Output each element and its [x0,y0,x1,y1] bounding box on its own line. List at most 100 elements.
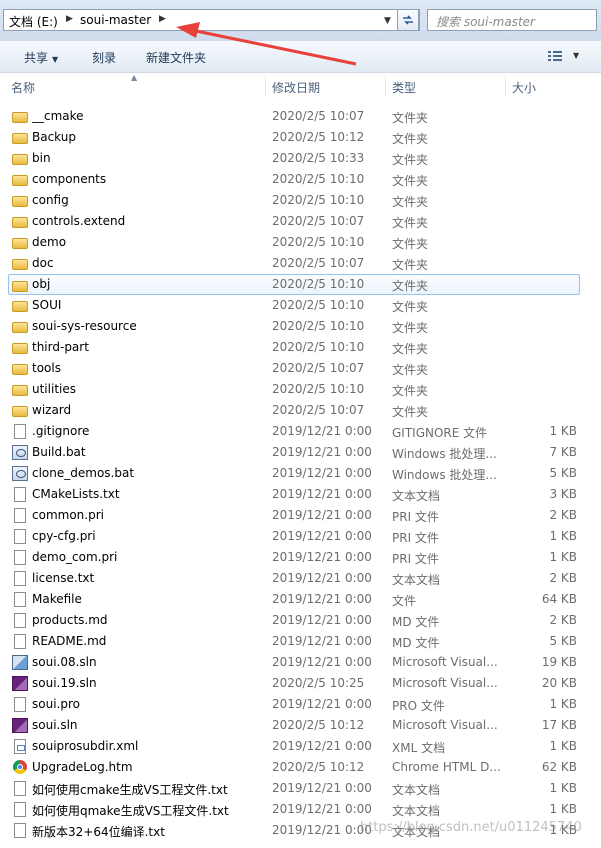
file-modified-date: 2020/2/5 10:10 [272,172,365,186]
folder-icon [12,406,28,417]
file-name: Makefile [32,592,82,606]
file-row[interactable]: Build.bat 2019/12/21 0:00 Windows 批处理... 7 … [0,442,601,463]
file-type: MD 文件 [392,636,440,650]
file-type: 文件夹 [392,111,429,125]
file-type: PRI 文件 [392,552,439,566]
file-name: license.txt [32,571,95,585]
file-name: UpgradeLog.htm [32,760,133,774]
column-header-date[interactable]: 修改日期 [272,79,320,96]
file-size: 1 KB [549,739,577,753]
file-row[interactable]: common.pri 2019/12/21 0:00 PRI 文件 2 KB [0,505,601,526]
file-row[interactable]: wizard 2020/2/5 10:07 文件夹 [0,400,601,421]
file-modified-date: 2019/12/21 0:00 [272,592,372,606]
file-row[interactable]: config 2020/2/5 10:10 文件夹 [0,190,601,211]
file-row[interactable]: __cmake 2020/2/5 10:07 文件夹 [0,106,601,127]
file-name: wizard [32,403,72,417]
file-size: 5 KB [549,634,577,648]
file-modified-date: 2019/12/21 0:00 [272,508,372,522]
file-row[interactable]: cpy-cfg.pri 2019/12/21 0:00 PRI 文件 1 KB [0,526,601,547]
file-row[interactable]: SOUI 2020/2/5 10:10 文件夹 [0,295,601,316]
file-size: 1 KB [549,781,577,795]
file-row[interactable]: demo_com.pri 2019/12/21 0:00 PRI 文件 1 KB [0,547,601,568]
file-name: souiprosubdir.xml [32,739,139,753]
file-row[interactable]: third-part 2020/2/5 10:10 文件夹 [0,337,601,358]
file-row[interactable]: obj 2020/2/5 10:10 文件夹 [8,274,580,295]
file-type: 文件夹 [392,132,429,146]
file-name: components [32,172,107,186]
file-name: cpy-cfg.pri [32,529,96,543]
file-row[interactable]: souiprosubdir.xml 2019/12/21 0:00 XML 文档 1 … [0,736,601,757]
file-row[interactable]: soui.pro 2019/12/21 0:00 PRO 文件 1 KB [0,694,601,715]
file-type: 文件夹 [392,300,429,314]
file-modified-date: 2020/2/5 10:25 [272,676,365,690]
file-modified-date: 2020/2/5 10:10 [272,340,365,354]
file-row[interactable]: controls.extend 2020/2/5 10:07 文件夹 [0,211,601,232]
file-row[interactable]: Backup 2020/2/5 10:12 文件夹 [0,127,601,148]
column-header-size[interactable]: 大小 [512,79,536,96]
folder-icon [12,133,28,144]
file-size: 1 KB [549,550,577,564]
file-row[interactable]: components 2020/2/5 10:10 文件夹 [0,169,601,190]
vs2008-solution-icon [12,655,28,670]
file-modified-date: 2020/2/5 10:07 [272,361,365,375]
file-type: 文件夹 [392,153,429,167]
file-row[interactable]: UpgradeLog.htm 2020/2/5 10:12 Chrome HTML … [0,757,601,778]
file-name: tools [32,361,61,375]
folder-icon [12,154,28,165]
file-type: 文本文档 [392,783,441,797]
file-row[interactable]: README.md 2019/12/21 0:00 MD 文件 5 KB [0,631,601,652]
file-modified-date: 2019/12/21 0:00 [272,424,372,438]
file-row[interactable]: .gitignore 2019/12/21 0:00 GITIGNORE 文件 1 K… [0,421,601,442]
file-name: third-part [32,340,89,354]
file-size: 5 KB [549,466,577,480]
file-icon [14,550,26,565]
file-row[interactable]: soui.sln 2020/2/5 10:12 Microsoft Visual..… [0,715,601,736]
file-row[interactable]: soui-sys-resource 2020/2/5 10:10 文件夹 [0,316,601,337]
file-row[interactable]: tools 2020/2/5 10:07 文件夹 [0,358,601,379]
file-icon [14,529,26,544]
file-row[interactable]: demo 2020/2/5 10:10 文件夹 [0,232,601,253]
file-size: 7 KB [549,445,577,459]
file-row[interactable]: soui.08.sln 2019/12/21 0:00 Microsoft Visu… [0,652,601,673]
file-modified-date: 2019/12/21 0:00 [272,739,372,753]
file-size: 3 KB [549,487,577,501]
file-name: utilities [32,382,76,396]
folder-icon [12,112,28,123]
column-header-name[interactable]: 名称 [11,79,35,96]
folder-icon [12,238,28,249]
file-modified-date: 2020/2/5 10:07 [272,403,365,417]
file-type: PRI 文件 [392,531,439,545]
file-row[interactable]: doc 2020/2/5 10:07 文件夹 [0,253,601,274]
file-row[interactable]: utilities 2020/2/5 10:10 文件夹 [0,379,601,400]
file-modified-date: 2019/12/21 0:00 [272,445,372,459]
file-modified-date: 2019/12/21 0:00 [272,571,372,585]
file-row[interactable]: CMakeLists.txt 2019/12/21 0:00 文本文档 3 KB [0,484,601,505]
file-row[interactable]: bin 2020/2/5 10:33 文件夹 [0,148,601,169]
file-size: 17 KB [541,718,577,732]
file-row[interactable]: license.txt 2019/12/21 0:00 文本文档 2 KB [0,568,601,589]
file-type: 文本文档 [392,573,441,587]
file-modified-date: 2020/2/5 10:12 [272,130,365,144]
file-row[interactable]: Makefile 2019/12/21 0:00 文件 64 KB [0,589,601,610]
file-name: demo_com.pri [32,550,118,564]
file-name: soui.pro [32,697,80,711]
file-row[interactable]: clone_demos.bat 2019/12/21 0:00 Windows 批处… [0,463,601,484]
file-row[interactable]: soui.19.sln 2020/2/5 10:25 Microsoft Visua… [0,673,601,694]
file-name: common.pri [32,508,104,522]
folder-icon [12,196,28,207]
file-size: 2 KB [549,613,577,627]
file-modified-date: 2020/2/5 10:10 [272,319,365,333]
file-type: 文件夹 [392,216,429,230]
file-row[interactable]: 如何使用qmake生成VS工程文件.txt 2019/12/21 0:00 文本文档… [0,799,601,820]
file-name: CMakeLists.txt [32,487,120,501]
file-size: 2 KB [549,571,577,585]
file-modified-date: 2019/12/21 0:00 [272,613,372,627]
column-header-type[interactable]: 类型 [392,79,416,96]
folder-icon [12,322,28,333]
file-type: PRI 文件 [392,510,439,524]
file-row[interactable]: products.md 2019/12/21 0:00 MD 文件 2 KB [0,610,601,631]
file-name: products.md [32,613,108,627]
file-modified-date: 2019/12/21 0:00 [272,781,372,795]
file-row[interactable]: 如何使用cmake生成VS工程文件.txt 2019/12/21 0:00 文本文档… [0,778,601,799]
file-name: 如何使用cmake生成VS工程文件.txt [32,783,228,797]
